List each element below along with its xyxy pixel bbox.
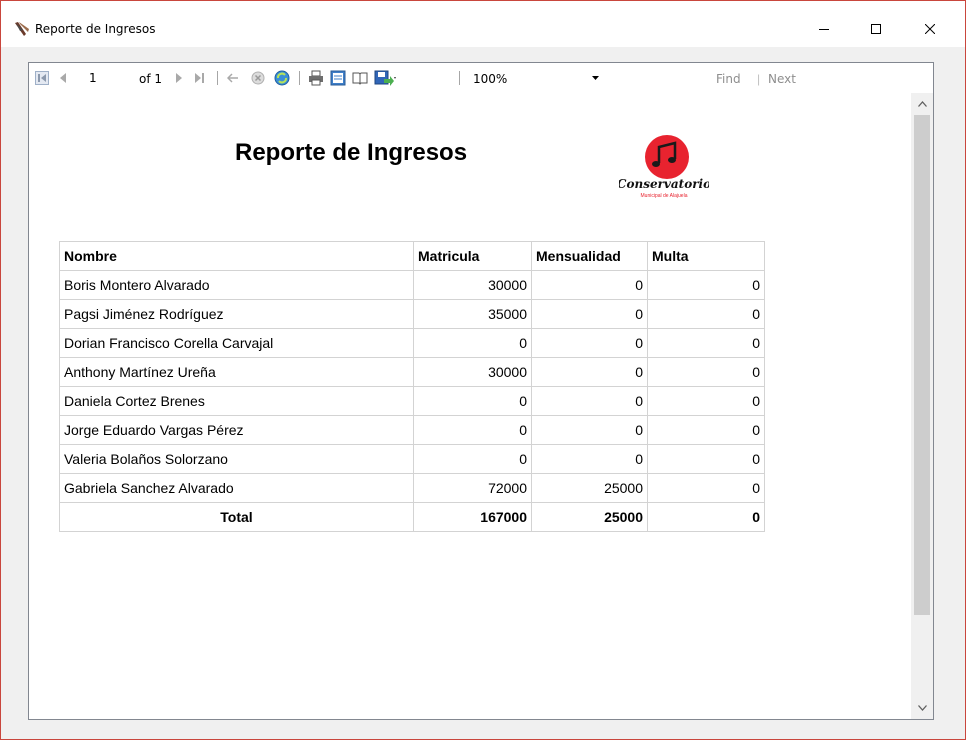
first-page-icon[interactable] xyxy=(33,68,51,88)
table-row: Valeria Bolaños Solorzano 0 0 0 xyxy=(59,444,765,474)
print-icon[interactable] xyxy=(307,68,325,88)
table-row: Daniela Cortez Brenes 0 0 0 xyxy=(59,386,765,416)
cell-mensualidad: 0 xyxy=(531,328,648,358)
next-page-icon[interactable] xyxy=(173,68,185,88)
cell-multa: 0 xyxy=(647,299,765,329)
table-header-row: Nombre Matricula Mensualidad Multa xyxy=(59,241,765,271)
table-row: Dorian Francisco Corella Carvajal 0 0 0 xyxy=(59,328,765,358)
page-number-input[interactable] xyxy=(83,69,123,87)
logo-text: Conservatorio xyxy=(619,177,709,191)
back-icon[interactable] xyxy=(225,68,241,88)
chevron-up-icon xyxy=(917,101,927,107)
next-link[interactable]: Next xyxy=(768,72,796,86)
cell-matricula: 30000 xyxy=(413,270,532,300)
cell-matricula: 72000 xyxy=(413,473,532,503)
cell-matricula: 0 xyxy=(413,415,532,445)
cell-nombre: Daniela Cortez Brenes xyxy=(59,386,414,416)
total-mensualidad: 25000 xyxy=(531,502,648,532)
page-setup-icon[interactable] xyxy=(351,68,369,88)
export-icon[interactable] xyxy=(373,68,399,88)
cell-nombre: Boris Montero Alvarado xyxy=(59,270,414,300)
table-row: Anthony Martínez Ureña 30000 0 0 xyxy=(59,357,765,387)
cell-matricula: 30000 xyxy=(413,357,532,387)
table-row: Pagsi Jiménez Rodríguez 35000 0 0 xyxy=(59,299,765,329)
find-input[interactable] xyxy=(615,68,705,88)
cell-nombre: Anthony Martínez Ureña xyxy=(59,357,414,387)
scroll-down-button[interactable] xyxy=(911,697,933,719)
report-viewer: of 1 xyxy=(28,62,934,720)
close-button[interactable] xyxy=(907,11,953,47)
cell-multa: 0 xyxy=(647,473,765,503)
total-multa: 0 xyxy=(647,502,765,532)
cell-matricula: 0 xyxy=(413,328,532,358)
column-header-nombre: Nombre xyxy=(59,241,414,271)
total-row: Total 167000 25000 0 xyxy=(59,502,765,532)
cell-mensualidad: 0 xyxy=(531,386,648,416)
print-layout-icon[interactable] xyxy=(329,68,347,88)
cell-multa: 0 xyxy=(647,357,765,387)
title-bar[interactable]: Reporte de Ingresos xyxy=(1,1,965,47)
toolbar-separator xyxy=(299,71,300,85)
find-separator: | xyxy=(757,72,761,86)
scroll-thumb[interactable] xyxy=(914,115,930,615)
cell-mensualidad: 25000 xyxy=(531,473,648,503)
chevron-down-icon xyxy=(592,76,599,80)
table-row: Boris Montero Alvarado 30000 0 0 xyxy=(59,270,765,300)
cell-multa: 0 xyxy=(647,386,765,416)
cell-nombre: Pagsi Jiménez Rodríguez xyxy=(59,299,414,329)
chevron-down-icon xyxy=(917,705,927,711)
column-header-mensualidad: Mensualidad xyxy=(531,241,648,271)
last-page-icon[interactable] xyxy=(193,68,207,88)
cell-nombre: Jorge Eduardo Vargas Pérez xyxy=(59,415,414,445)
table-row: Jorge Eduardo Vargas Pérez 0 0 0 xyxy=(59,415,765,445)
window-title: Reporte de Ingresos xyxy=(35,22,156,36)
previous-page-icon[interactable] xyxy=(57,68,69,88)
vertical-scrollbar[interactable] xyxy=(911,93,933,719)
cell-matricula: 35000 xyxy=(413,299,532,329)
minimize-button[interactable] xyxy=(801,11,847,47)
cell-multa: 0 xyxy=(647,415,765,445)
total-label: Total xyxy=(59,502,414,532)
zoom-select[interactable]: 100% xyxy=(469,69,601,87)
cell-matricula: 0 xyxy=(413,386,532,416)
column-header-multa: Multa xyxy=(647,241,765,271)
refresh-icon[interactable] xyxy=(273,68,291,88)
cell-mensualidad: 0 xyxy=(531,299,648,329)
zoom-value: 100% xyxy=(473,72,508,86)
conservatorio-logo: Conservatorio Municipal de Alajuela xyxy=(617,133,711,207)
viewer-toolbar: of 1 xyxy=(29,63,933,93)
maximize-button[interactable] xyxy=(853,11,899,47)
stop-icon[interactable] xyxy=(249,68,267,88)
total-matricula: 167000 xyxy=(413,502,532,532)
cell-mensualidad: 0 xyxy=(531,415,648,445)
toolbar-separator xyxy=(217,71,218,85)
cell-mensualidad: 0 xyxy=(531,270,648,300)
app-icon xyxy=(14,21,30,37)
report-title: Reporte de Ingresos xyxy=(235,139,468,166)
cell-matricula: 0 xyxy=(413,444,532,474)
cell-mensualidad: 0 xyxy=(531,444,648,474)
find-link[interactable]: Find xyxy=(716,72,741,86)
report-window: Reporte de Ingresos of 1 xyxy=(0,0,966,740)
income-table: Nombre Matricula Mensualidad Multa Boris… xyxy=(59,241,765,532)
column-header-matricula: Matricula xyxy=(413,241,532,271)
cell-multa: 0 xyxy=(647,328,765,358)
cell-multa: 0 xyxy=(647,444,765,474)
table-row: Gabriela Sanchez Alvarado 72000 25000 0 xyxy=(59,473,765,503)
cell-nombre: Valeria Bolaños Solorzano xyxy=(59,444,414,474)
cell-mensualidad: 0 xyxy=(531,357,648,387)
cell-nombre: Gabriela Sanchez Alvarado xyxy=(59,473,414,503)
scroll-up-button[interactable] xyxy=(911,93,933,115)
page-count: of 1 xyxy=(139,72,163,86)
toolbar-separator xyxy=(459,71,460,85)
cell-nombre: Dorian Francisco Corella Carvajal xyxy=(59,328,414,358)
logo-subtext: Municipal de Alajuela xyxy=(641,193,688,199)
cell-multa: 0 xyxy=(647,270,765,300)
